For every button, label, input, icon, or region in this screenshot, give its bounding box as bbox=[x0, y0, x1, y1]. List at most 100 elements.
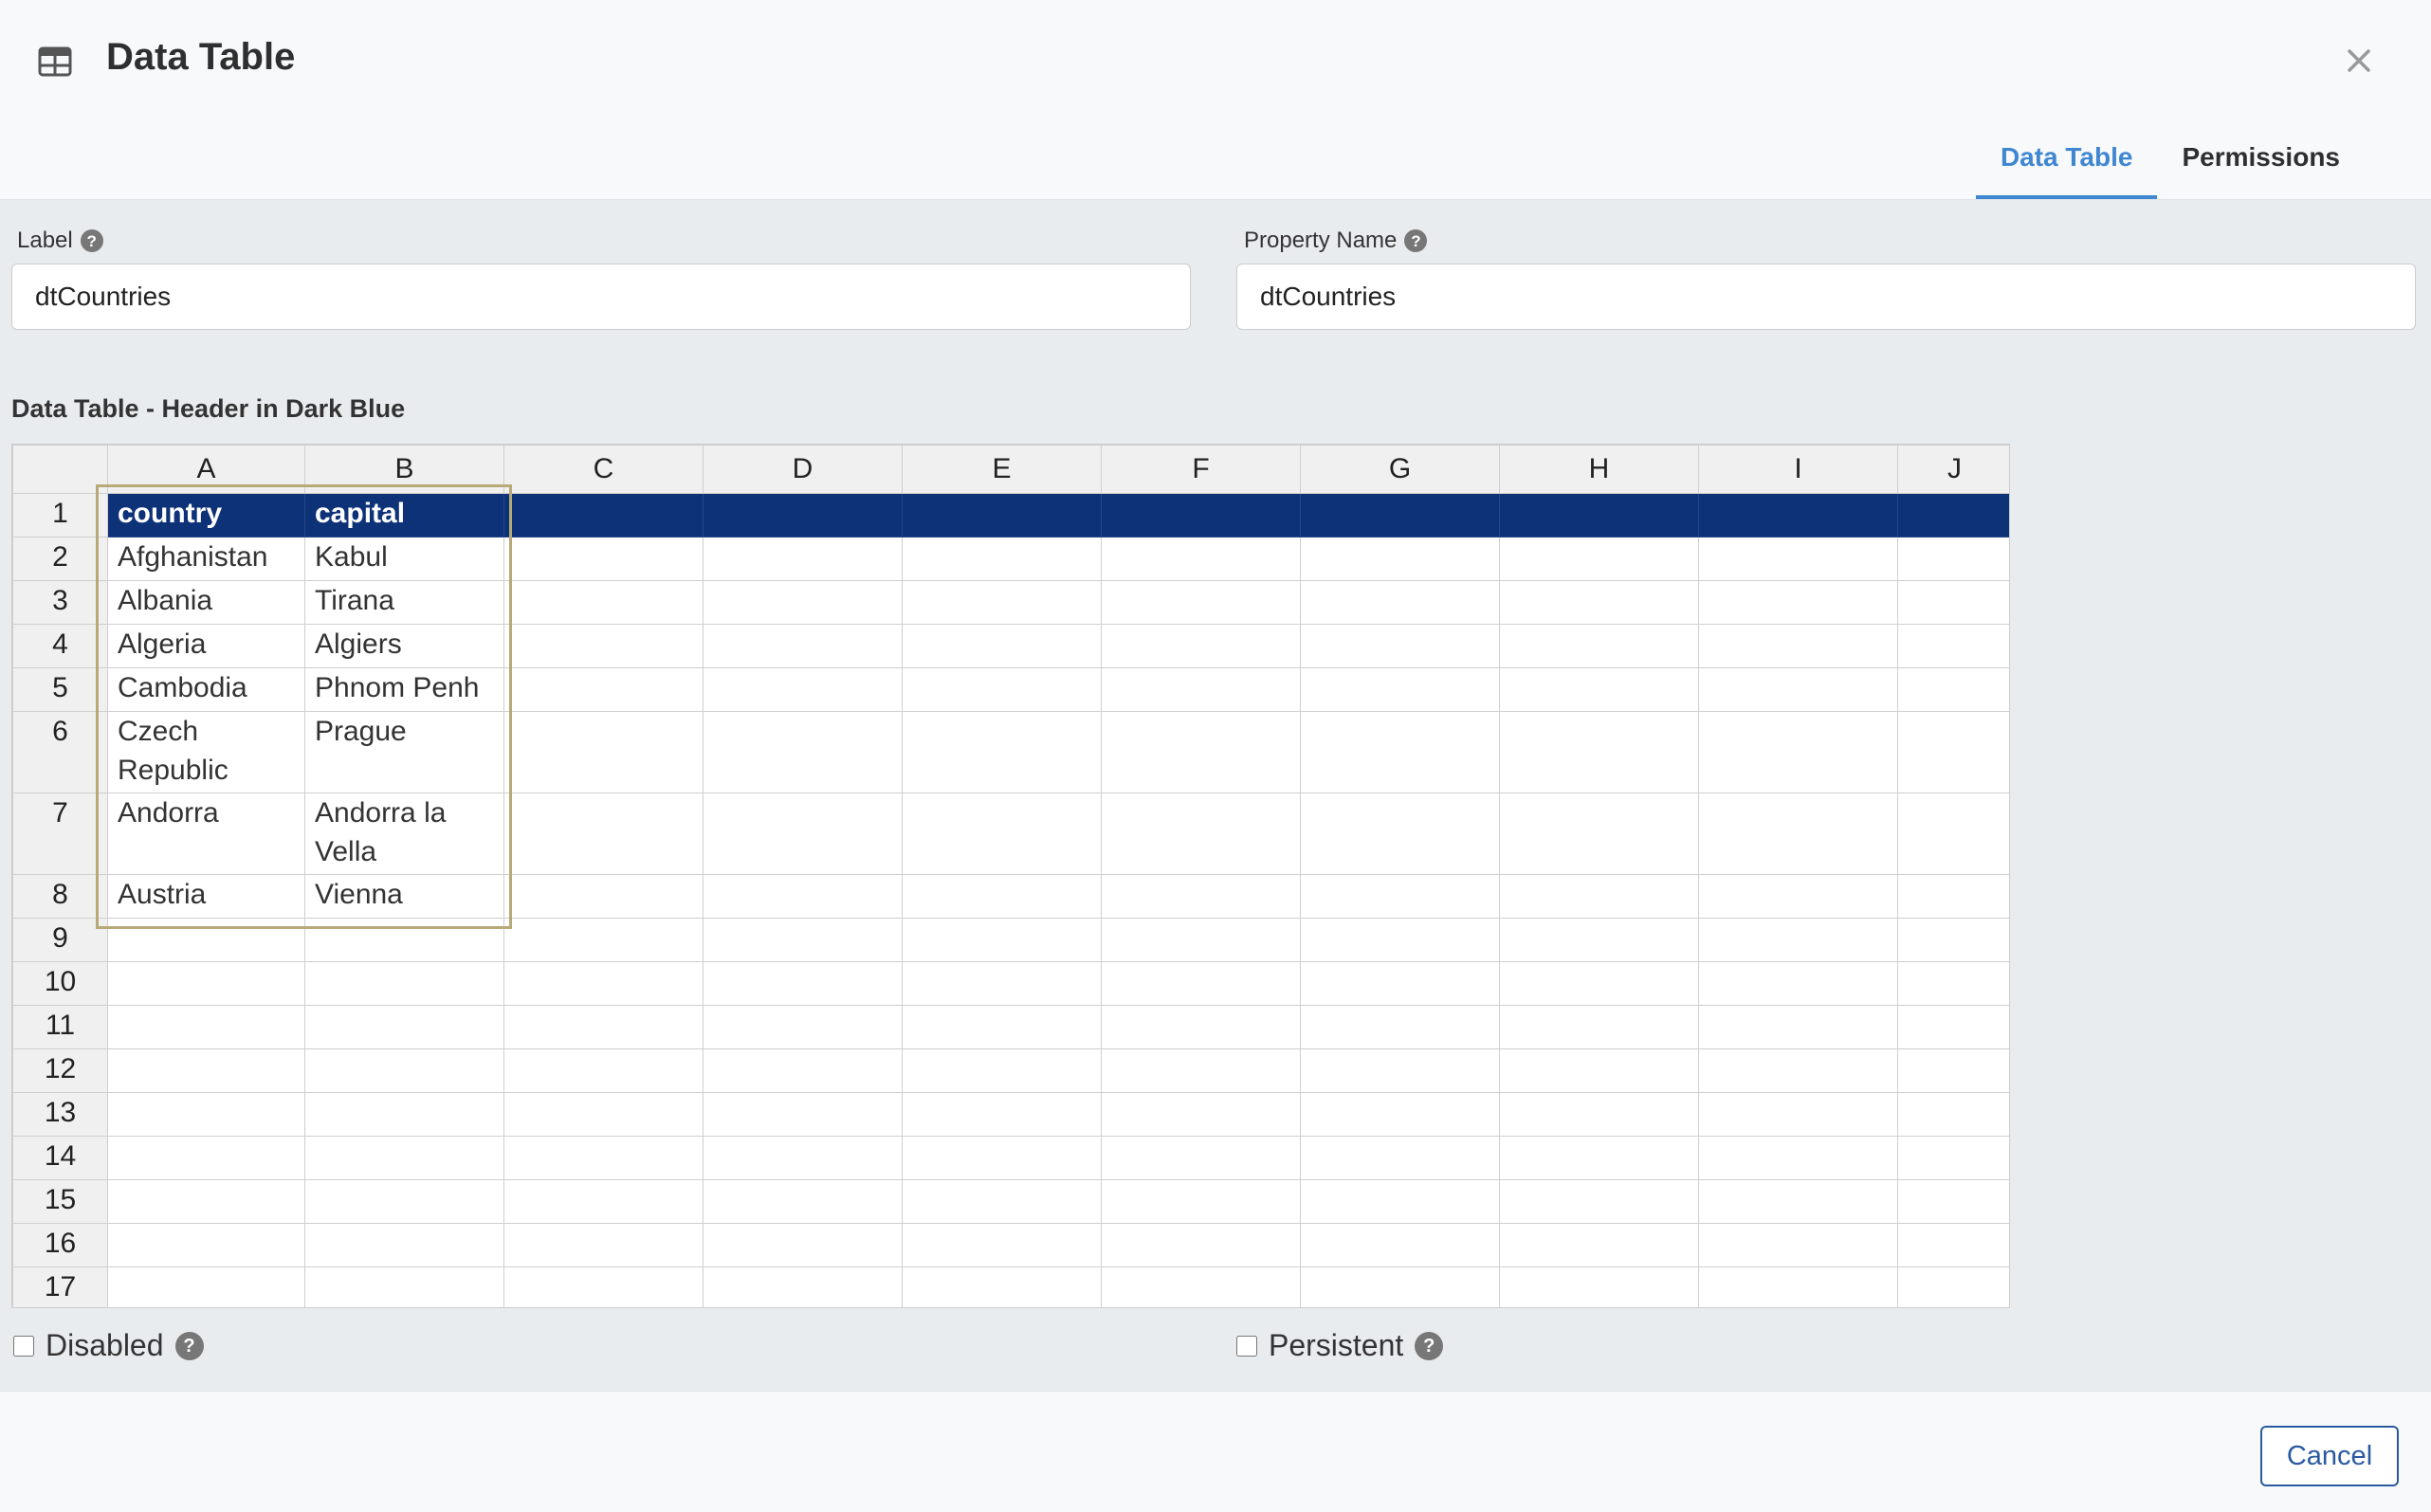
grid-cell[interactable] bbox=[1499, 1179, 1699, 1224]
grid-cell[interactable] bbox=[902, 874, 1102, 919]
grid-cell[interactable] bbox=[703, 711, 903, 793]
grid-cell[interactable] bbox=[1300, 1136, 1500, 1180]
grid-cell[interactable] bbox=[1300, 792, 1500, 875]
grid-cell[interactable] bbox=[1698, 667, 1898, 712]
grid-cell[interactable] bbox=[1698, 874, 1898, 919]
grid-cell[interactable] bbox=[1300, 580, 1500, 625]
grid-cell[interactable] bbox=[503, 961, 704, 1006]
grid-cell[interactable]: country bbox=[107, 493, 305, 537]
grid-cell[interactable] bbox=[703, 1223, 903, 1267]
grid-cell[interactable] bbox=[503, 1266, 704, 1307]
row-number[interactable]: 10 bbox=[12, 961, 108, 1006]
grid-cell[interactable] bbox=[107, 1266, 305, 1307]
grid-cell[interactable] bbox=[1300, 1092, 1500, 1137]
persistent-option[interactable]: Persistent ? bbox=[1236, 1328, 1444, 1363]
grid-cell[interactable]: Tirana bbox=[304, 580, 504, 625]
grid-cell[interactable] bbox=[902, 961, 1102, 1006]
grid-cell[interactable] bbox=[902, 1048, 1102, 1093]
tab-permissions[interactable]: Permissions bbox=[2157, 133, 2365, 199]
grid-cell[interactable] bbox=[1101, 918, 1301, 962]
grid-cell[interactable] bbox=[503, 493, 704, 537]
grid-cell[interactable] bbox=[1698, 1092, 1898, 1137]
grid-cell[interactable] bbox=[703, 961, 903, 1006]
help-icon[interactable]: ? bbox=[80, 229, 103, 252]
grid-cell[interactable] bbox=[1698, 1266, 1898, 1307]
grid-cell[interactable] bbox=[1499, 1005, 1699, 1049]
grid-cell[interactable] bbox=[304, 1179, 504, 1224]
grid-cell[interactable] bbox=[1897, 493, 2009, 537]
grid-cell[interactable] bbox=[503, 1136, 704, 1180]
persistent-checkbox[interactable] bbox=[1236, 1335, 1257, 1357]
grid-cell[interactable] bbox=[902, 792, 1102, 875]
grid-cell[interactable] bbox=[503, 711, 704, 793]
grid-cell[interactable] bbox=[304, 961, 504, 1006]
row-number[interactable]: 14 bbox=[12, 1136, 108, 1180]
column-header[interactable]: G bbox=[1300, 445, 1500, 494]
grid-cell[interactable] bbox=[1300, 918, 1500, 962]
help-icon[interactable]: ? bbox=[1415, 1331, 1444, 1360]
grid-cell[interactable] bbox=[902, 667, 1102, 712]
grid-cell[interactable] bbox=[703, 624, 903, 668]
grid-cell[interactable] bbox=[107, 1223, 305, 1267]
grid-cell[interactable] bbox=[503, 874, 704, 919]
row-number[interactable]: 17 bbox=[12, 1266, 108, 1307]
grid-cell[interactable] bbox=[902, 1223, 1102, 1267]
grid-cell[interactable] bbox=[902, 493, 1102, 537]
property-name-input[interactable] bbox=[1236, 264, 2416, 330]
grid-cell[interactable] bbox=[1698, 792, 1898, 875]
grid-cell[interactable] bbox=[703, 667, 903, 712]
grid-cell[interactable] bbox=[703, 792, 903, 875]
grid-cell[interactable] bbox=[503, 624, 704, 668]
grid-cell[interactable] bbox=[304, 1092, 504, 1137]
grid-cell[interactable] bbox=[1101, 580, 1301, 625]
row-number[interactable]: 11 bbox=[12, 1005, 108, 1049]
grid-cell[interactable] bbox=[107, 1005, 305, 1049]
grid-cell[interactable]: Cambodia bbox=[107, 667, 305, 712]
help-icon[interactable]: ? bbox=[1404, 229, 1428, 252]
grid-cell[interactable] bbox=[1101, 1092, 1301, 1137]
grid-cell[interactable] bbox=[703, 1266, 903, 1307]
disabled-checkbox[interactable] bbox=[13, 1335, 34, 1357]
row-number[interactable]: 5 bbox=[12, 667, 108, 712]
tab-data-table[interactable]: Data Table bbox=[1975, 133, 2158, 199]
grid-cell[interactable]: Algiers bbox=[304, 624, 504, 668]
row-number[interactable]: 2 bbox=[12, 537, 108, 581]
grid-cell[interactable] bbox=[1897, 1179, 2009, 1224]
row-number[interactable]: 3 bbox=[12, 580, 108, 625]
grid-corner[interactable] bbox=[12, 445, 108, 494]
grid-cell[interactable] bbox=[1300, 1005, 1500, 1049]
grid-cell[interactable] bbox=[1101, 874, 1301, 919]
grid-cell[interactable] bbox=[1101, 792, 1301, 875]
row-number[interactable]: 12 bbox=[12, 1048, 108, 1093]
grid-cell[interactable] bbox=[1897, 1048, 2009, 1093]
grid-cell[interactable] bbox=[1101, 711, 1301, 793]
grid-cell[interactable] bbox=[703, 1136, 903, 1180]
row-number[interactable]: 8 bbox=[12, 874, 108, 919]
grid-cell[interactable] bbox=[1897, 1136, 2009, 1180]
grid-cell[interactable] bbox=[304, 1005, 504, 1049]
grid-cell[interactable] bbox=[1101, 493, 1301, 537]
grid-cell[interactable] bbox=[1499, 918, 1699, 962]
row-number[interactable]: 6 bbox=[12, 711, 108, 793]
grid-cell[interactable] bbox=[107, 918, 305, 962]
row-number[interactable]: 16 bbox=[12, 1223, 108, 1267]
grid-cell[interactable] bbox=[1698, 1179, 1898, 1224]
grid-cell[interactable] bbox=[1499, 711, 1699, 793]
grid-cell[interactable] bbox=[1499, 1048, 1699, 1093]
grid-cell[interactable] bbox=[1300, 493, 1500, 537]
column-header[interactable]: H bbox=[1499, 445, 1699, 494]
grid-cell[interactable] bbox=[107, 1136, 305, 1180]
grid-cell[interactable] bbox=[1300, 961, 1500, 1006]
grid-cell[interactable] bbox=[107, 1048, 305, 1093]
grid-cell[interactable] bbox=[503, 1092, 704, 1137]
grid-cell[interactable]: Czech Republic bbox=[107, 711, 305, 793]
grid-cell[interactable]: Prague bbox=[304, 711, 504, 793]
grid-cell[interactable]: Austria bbox=[107, 874, 305, 919]
row-number[interactable]: 13 bbox=[12, 1092, 108, 1137]
grid-cell[interactable] bbox=[703, 1005, 903, 1049]
grid-cell[interactable] bbox=[304, 918, 504, 962]
grid-cell[interactable] bbox=[503, 1005, 704, 1049]
cancel-button[interactable]: Cancel bbox=[2260, 1426, 2399, 1486]
grid-cell[interactable] bbox=[1101, 537, 1301, 581]
grid-cell[interactable] bbox=[1101, 1223, 1301, 1267]
